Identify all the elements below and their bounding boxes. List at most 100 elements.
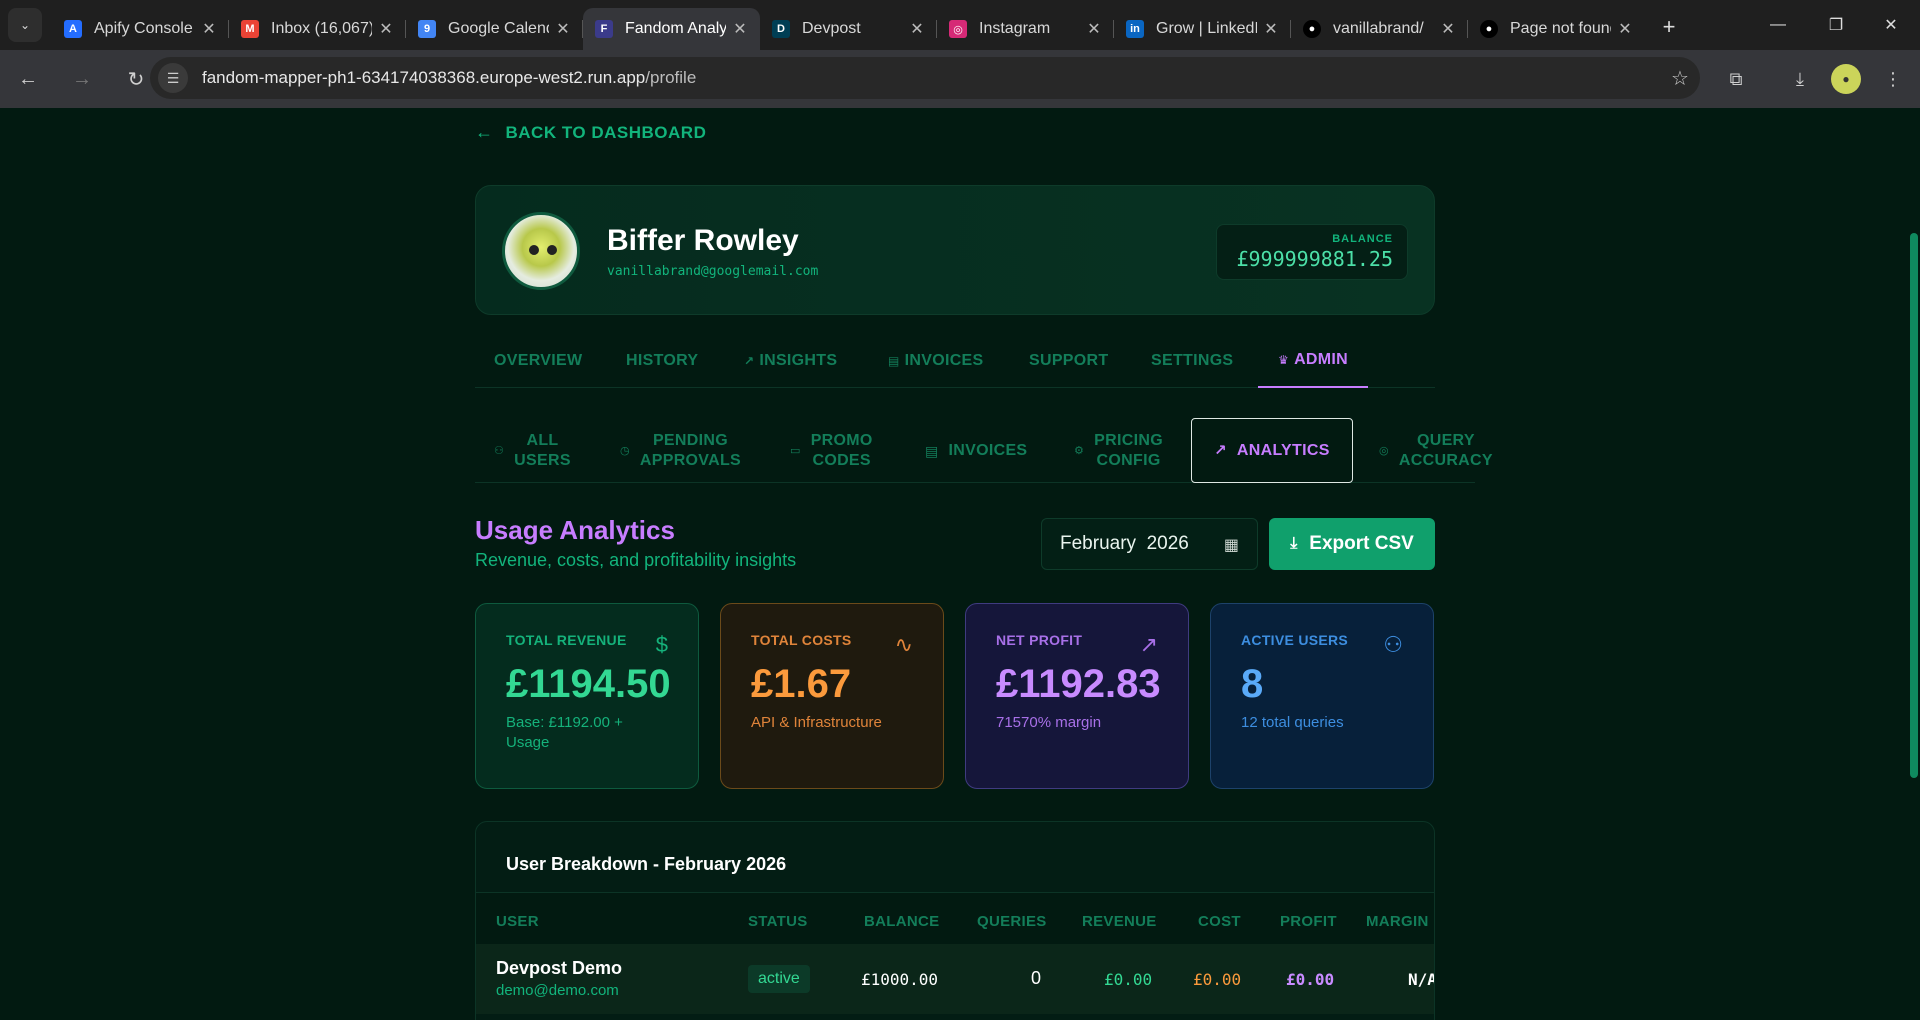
stat-label: TOTAL REVENUE — [506, 632, 627, 648]
month-value: February 2026 — [1060, 533, 1189, 554]
export-csv-button[interactable]: ⤓ Export CSV — [1269, 518, 1435, 570]
column-header: USER — [496, 913, 539, 930]
tab-label: HISTORY — [626, 351, 699, 369]
tab-search-button[interactable]: ⌄ — [8, 8, 42, 42]
clock-icon: ◷ — [620, 444, 630, 457]
close-icon[interactable]: ✕ — [909, 19, 925, 39]
stat-card-active-users: ACTIVE USERS ⚇ 8 12 total queries — [1210, 603, 1434, 789]
tab-support[interactable]: SUPPORT — [1029, 333, 1108, 388]
new-tab-button[interactable]: + — [1653, 11, 1685, 43]
forward-button[interactable]: → — [62, 59, 102, 99]
back-button[interactable]: ← — [8, 59, 48, 99]
browser-tab-github-repo[interactable]: ● vanillabrand/ ✕ — [1291, 8, 1468, 50]
scrollbar-thumb[interactable] — [1910, 233, 1918, 778]
fandom-icon: F — [595, 20, 613, 38]
subtab-query-accuracy[interactable]: ◎ QUERY ACCURACY — [1379, 418, 1493, 483]
browser-tab-calendar[interactable]: 9 Google Calendar ✕ — [406, 8, 583, 50]
document-icon: ▤ — [888, 353, 900, 368]
tab-insights[interactable]: ↗ INSIGHTS — [744, 333, 837, 388]
column-header: MARGIN — [1366, 913, 1429, 930]
column-header: QUERIES — [977, 913, 1047, 930]
close-icon[interactable]: ✕ — [201, 19, 217, 39]
page-content: ← BACK TO DASHBOARD Biffer Rowley vanill… — [0, 108, 1920, 1020]
browser-tab-apify[interactable]: A Apify Console ✕ — [52, 8, 229, 50]
subtab-pending-approvals[interactable]: ◷ PENDING APPROVALS — [620, 418, 741, 483]
tab-label: INVOICES — [904, 351, 984, 369]
close-icon[interactable]: ✕ — [378, 19, 394, 39]
column-header: PROFIT — [1280, 913, 1337, 930]
plus-icon: + — [1662, 14, 1676, 39]
close-window-button[interactable]: ✕ — [1862, 0, 1920, 50]
tab-overview[interactable]: OVERVIEW — [494, 333, 582, 388]
main-tabs: OVERVIEW HISTORY ↗ INSIGHTS ▤ INVOICES SUP… — [475, 333, 1435, 388]
stat-card-costs: TOTAL COSTS ∿ £1.67 API & Infrastructure — [720, 603, 944, 789]
download-icon: ⤓ — [1290, 535, 1298, 552]
tab-title: Instagram — [979, 20, 1051, 37]
calendar-icon[interactable]: ▦ — [1224, 535, 1239, 555]
cell-balance: £1000.00 — [861, 970, 939, 989]
cell-cost: £0.00 — [1193, 970, 1242, 989]
site-info-icon[interactable]: ☰ — [158, 63, 188, 93]
chevron-down-icon: ⌄ — [19, 18, 31, 32]
minimize-icon: — — [1770, 16, 1786, 33]
profile-card: Biffer Rowley vanillabrand@googlemail.co… — [475, 185, 1435, 315]
close-icon[interactable]: ✕ — [1617, 19, 1633, 39]
close-icon[interactable]: ✕ — [555, 19, 571, 39]
close-icon[interactable]: ✕ — [1440, 19, 1456, 39]
browser-tab-fandom[interactable]: F Fandom Analytics ✕ — [583, 8, 760, 50]
ticket-icon: ▭ — [790, 444, 801, 457]
stat-card-revenue: TOTAL REVENUE $ £1194.50 Base: £1192.00 … — [475, 603, 699, 789]
browser-tab-instagram[interactable]: ◎ Instagram ✕ — [937, 8, 1114, 50]
browser-tab-github-404[interactable]: ● Page not found ✕ — [1468, 8, 1645, 50]
crown-icon: ♛ — [1278, 352, 1290, 367]
profile-avatar-icon[interactable]: ● — [1831, 64, 1861, 94]
close-icon[interactable]: ✕ — [1263, 19, 1279, 39]
column-header: COST — [1198, 913, 1241, 930]
trending-up-icon: ↗ — [744, 353, 755, 368]
bookmark-star-icon[interactable]: ☆ — [1660, 66, 1700, 91]
extensions-icon[interactable]: ⧉ — [1721, 64, 1751, 94]
tab-label: INSIGHTS — [759, 351, 838, 369]
activity-icon: ∿ — [894, 632, 913, 657]
subtab-invoices[interactable]: ▤ INVOICES — [925, 418, 1027, 483]
url-text[interactable]: fandom-mapper-ph1-634174038368.europe-we… — [202, 68, 1660, 88]
stat-card-profit: NET PROFIT ↗ £1192.83 71570% margin — [965, 603, 1189, 789]
restore-button[interactable]: ❐ — [1807, 0, 1865, 50]
close-icon[interactable]: ✕ — [732, 19, 748, 39]
minimize-button[interactable]: — — [1749, 0, 1807, 50]
status-badge: active — [748, 965, 810, 993]
subtab-all-users[interactable]: ⚇ ALL USERS — [494, 418, 571, 483]
stat-value: £1192.83 — [996, 662, 1161, 706]
trending-up-icon: ↗ — [1139, 632, 1158, 657]
back-link-label: BACK TO DASHBOARD — [505, 122, 707, 142]
browser-tab-gmail[interactable]: M Inbox (16,067) ✕ — [229, 8, 406, 50]
tab-history[interactable]: HISTORY — [626, 333, 698, 388]
avatar — [502, 212, 580, 290]
dollar-icon: $ — [655, 632, 668, 657]
address-bar[interactable]: ☰ fandom-mapper-ph1-634174038368.europe-… — [150, 57, 1700, 99]
stat-value: 8 — [1241, 662, 1264, 706]
subtab-pricing-config[interactable]: ⚙ PRICING CONFIG — [1074, 418, 1163, 483]
browser-tab-linkedin[interactable]: in Grow | LinkedIn ✕ — [1114, 8, 1291, 50]
tab-admin[interactable]: ♛ ADMIN — [1258, 333, 1368, 388]
tab-invoices[interactable]: ▤ INVOICES — [888, 333, 984, 388]
page-scrollbar[interactable] — [1908, 108, 1920, 1020]
subtab-label-line: CONFIG — [1096, 451, 1161, 469]
devpost-icon: D — [772, 20, 790, 38]
table-row[interactable]: Devpost Demo demo@demo.com active £1000.… — [476, 944, 1434, 1014]
admin-sub-tabs: ⚇ ALL USERS ◷ PENDING APPROVALS ▭ PROMO COD… — [475, 418, 1493, 483]
subtab-analytics[interactable]: ↗ ANALYTICS — [1191, 418, 1353, 483]
back-to-dashboard-link[interactable]: ← BACK TO DASHBOARD — [475, 122, 706, 143]
close-icon: ✕ — [1884, 17, 1898, 34]
tab-settings[interactable]: SETTINGS — [1151, 333, 1233, 388]
restore-icon: ❐ — [1828, 17, 1844, 34]
user-icon: ⚇ — [494, 444, 505, 457]
profile-name: Biffer Rowley — [607, 224, 799, 257]
month-picker[interactable]: February 2026 ▦ — [1041, 518, 1258, 570]
tab-label: SUPPORT — [1029, 351, 1109, 369]
subtab-promo-codes[interactable]: ▭ PROMO CODES — [790, 418, 873, 483]
download-icon[interactable]: ⤓ — [1785, 64, 1815, 94]
menu-kebab-icon[interactable]: ⋮ — [1878, 64, 1908, 94]
browser-tab-devpost[interactable]: D Devpost ✕ — [760, 8, 937, 50]
close-icon[interactable]: ✕ — [1086, 19, 1102, 39]
